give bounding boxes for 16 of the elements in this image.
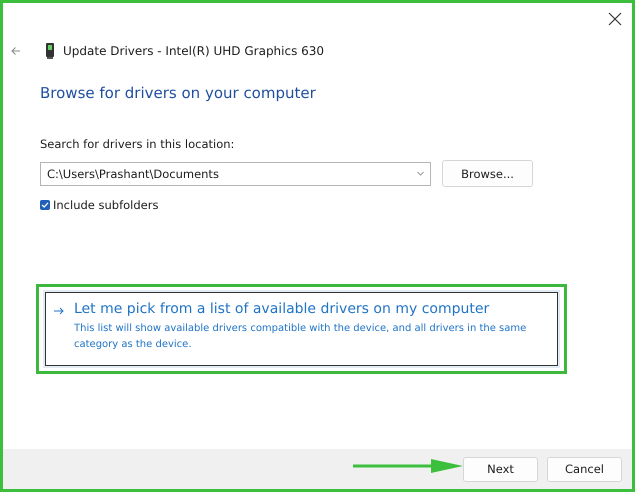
back-arrow-icon[interactable]: [11, 46, 21, 56]
field-label: Search for drivers in this location:: [40, 137, 236, 151]
checkbox[interactable]: [40, 200, 50, 210]
path-combo-box[interactable]: C:\Users\Prashant\Documents: [40, 162, 431, 186]
window-title: Update Drivers - Intel(R) UHD Graphics 630: [63, 44, 324, 58]
option-description: This list will show available drivers compatible with the device, and all drivers in the same category as the device.: [74, 322, 528, 352]
next-button[interactable]: Next: [463, 456, 538, 482]
page-heading: Browse for drivers on your computer: [40, 84, 317, 102]
option-link[interactable]: Let me pick from a list of available drivers on my computer: [74, 301, 547, 317]
browse-button[interactable]: Browse...: [442, 160, 533, 187]
arrow-icon: [54, 307, 64, 315]
close-icon[interactable]: [608, 12, 622, 26]
cancel-button[interactable]: Cancel: [547, 456, 622, 482]
checkbox-label[interactable]: Include subfolders: [53, 198, 158, 212]
option-card[interactable]: Let me pick from a list of available drivers on my computer This list will show available drivers compatible with the device, and all drivers in the same category as the device.: [45, 292, 558, 366]
device-icon: [45, 43, 55, 59]
